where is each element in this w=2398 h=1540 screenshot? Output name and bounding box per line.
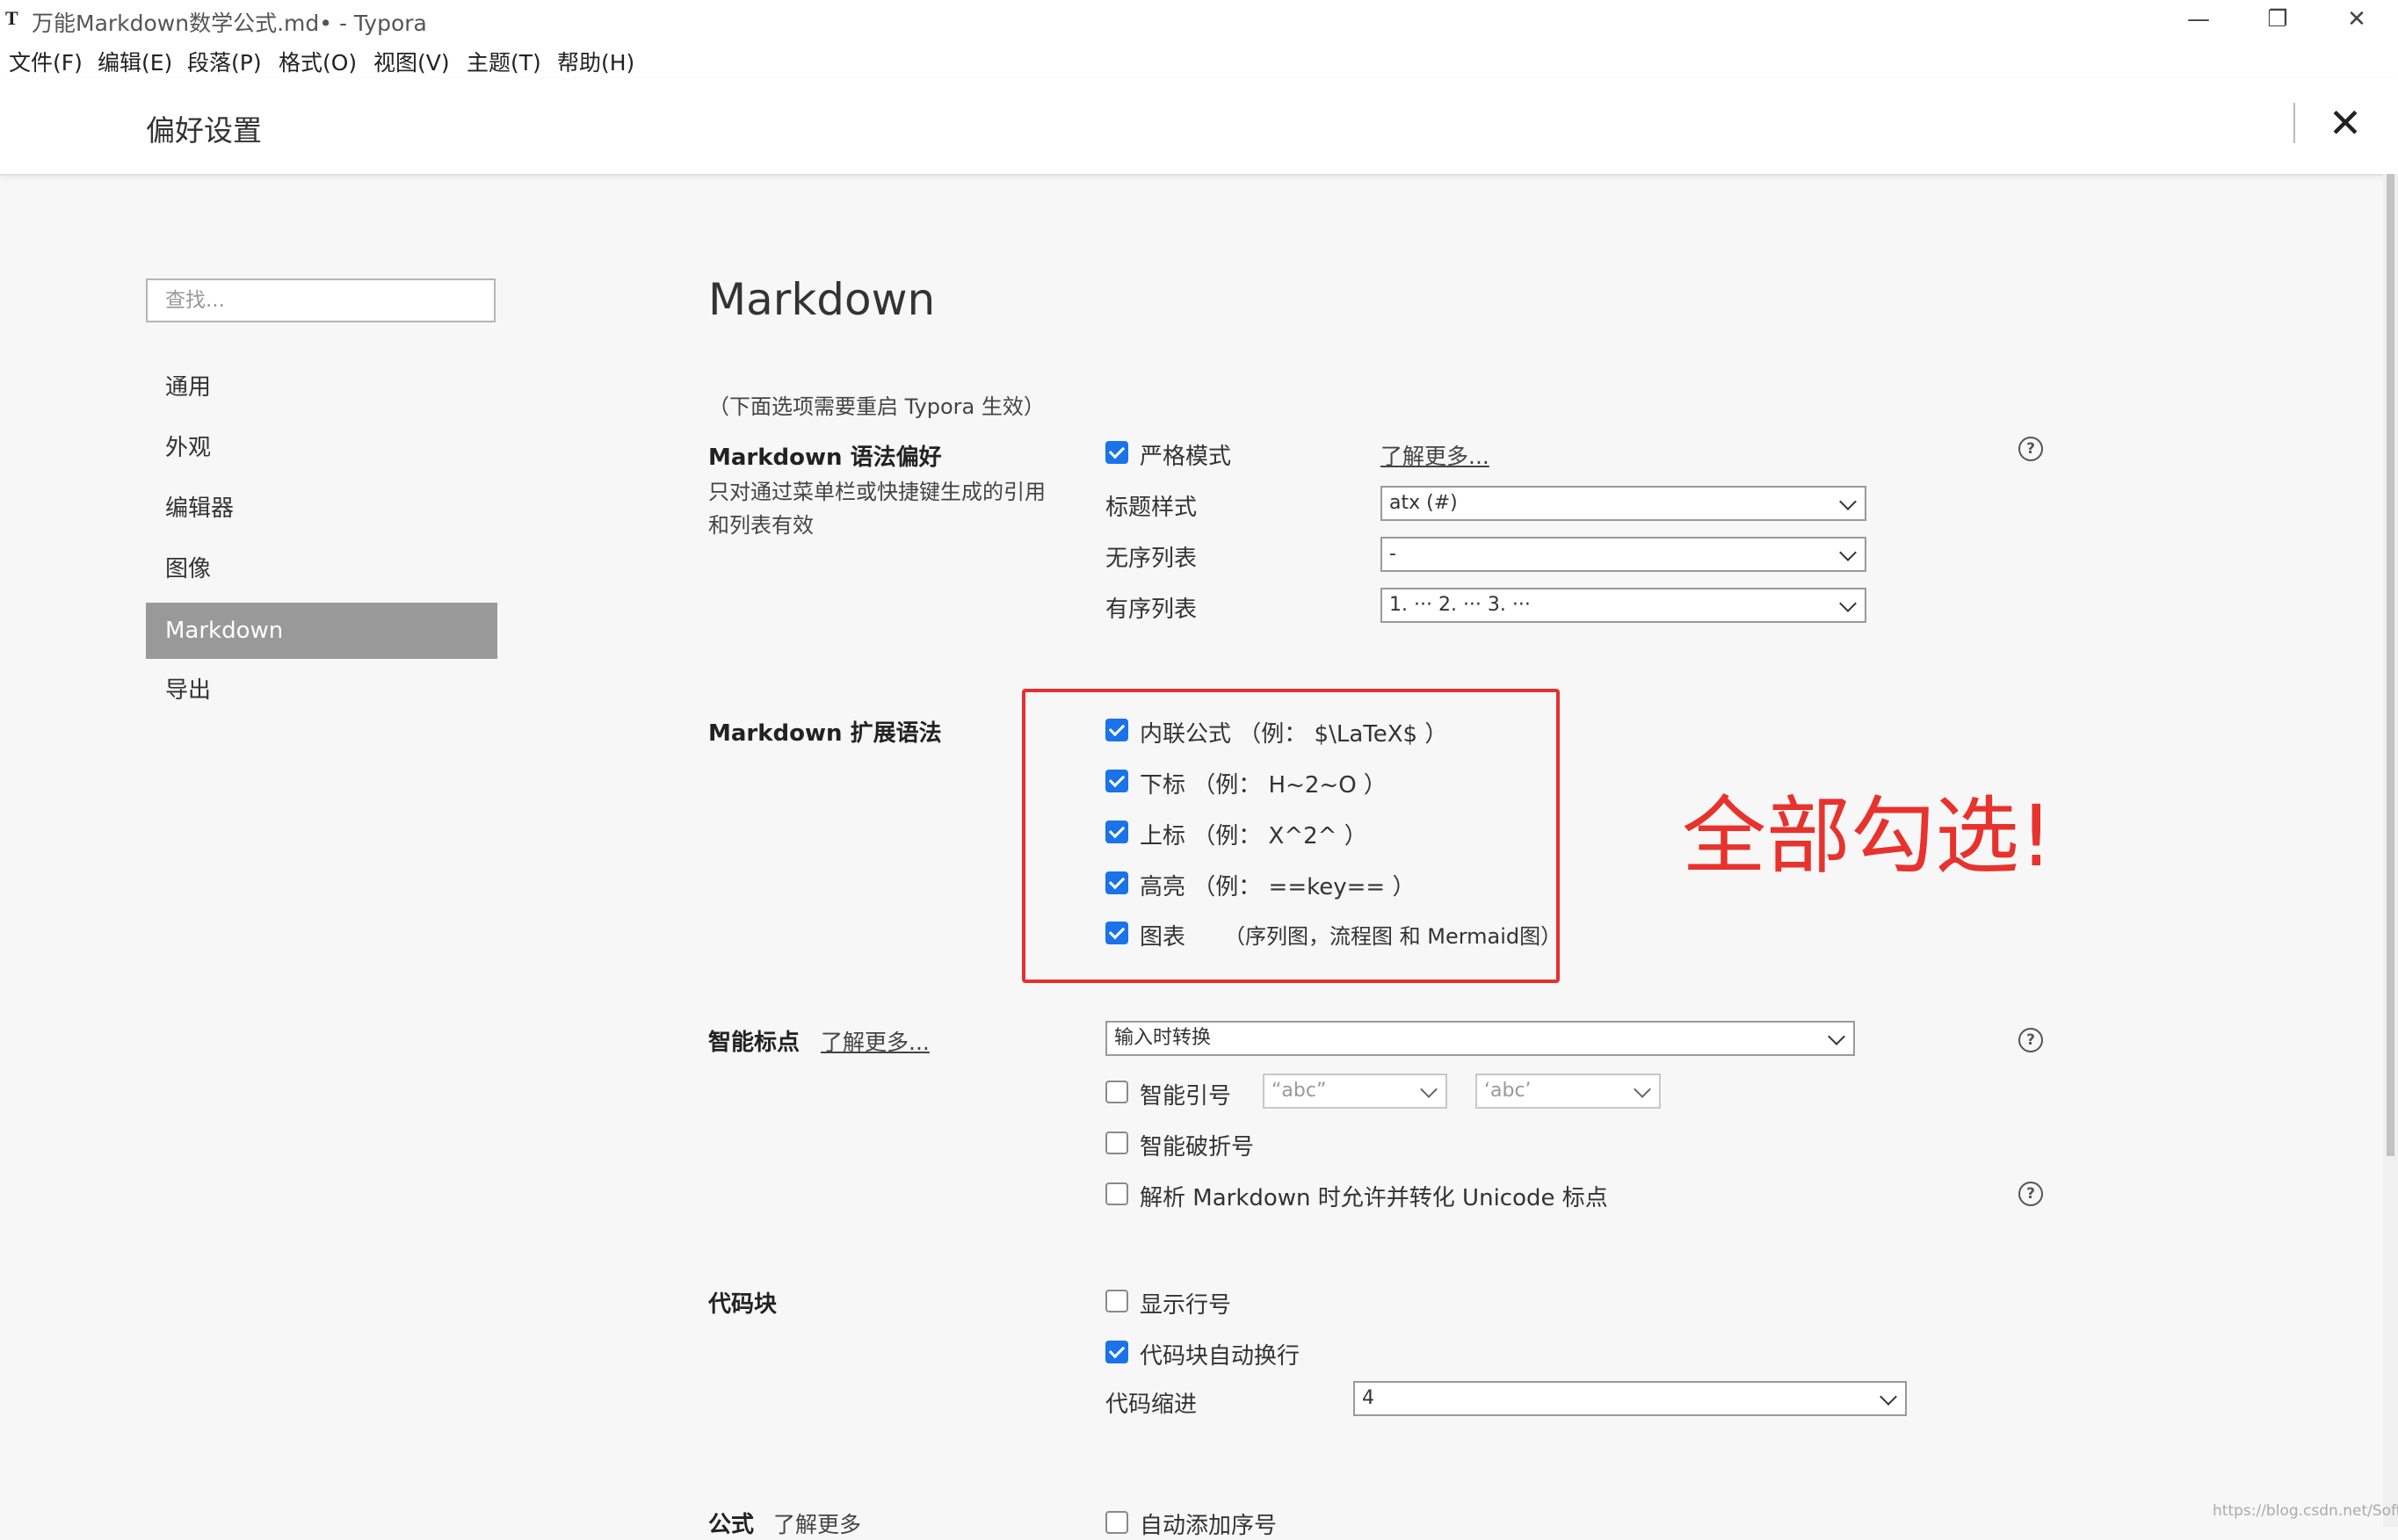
strict-mode-label: 严格模式: [1140, 444, 1232, 470]
math-learn-more-link[interactable]: 了解更多: [773, 1507, 861, 1539]
page-title: Markdown: [708, 274, 936, 325]
line-numbers-checkbox[interactable]: [1105, 1290, 1128, 1312]
scrollbar-thumb[interactable]: [2387, 174, 2394, 1156]
code-indent-value: 4: [1362, 1387, 1374, 1409]
unicode-punct-label: 解析 Markdown 时允许并转化 Unicode 标点: [1140, 1185, 1608, 1211]
menu-help[interactable]: 帮助(H): [557, 46, 634, 77]
smart-quotes-label: 智能引号: [1140, 1083, 1232, 1110]
single-quote-style-value: ‘abc’: [1484, 1080, 1532, 1102]
help-icon[interactable]: ?: [2018, 437, 2043, 461]
code-block-title: 代码块: [708, 1291, 778, 1318]
auto-number-label: 自动添加序号: [1140, 1513, 1278, 1539]
heading-style-select[interactable]: atx (#): [1380, 486, 1866, 521]
unordered-list-label: 无序列表: [1105, 546, 1198, 572]
double-quote-style-select[interactable]: “abc”: [1263, 1074, 1447, 1109]
sidebar-item-export[interactable]: 导出: [146, 662, 497, 719]
menu-edit[interactable]: 编辑(E): [98, 46, 172, 77]
unordered-list-value: -: [1389, 543, 1396, 565]
line-numbers-label: 显示行号: [1140, 1292, 1232, 1319]
smart-dash-label: 智能破折号: [1140, 1134, 1255, 1160]
chevron-down-icon: [1420, 1081, 1438, 1098]
unordered-list-select[interactable]: -: [1380, 537, 1866, 572]
code-indent-select[interactable]: 4: [1353, 1381, 1907, 1416]
strict-mode-learn-more-link[interactable]: 了解更多...: [1380, 439, 1489, 471]
red-highlight-box: [1022, 689, 1560, 983]
code-wrap-label: 代码块自动换行: [1140, 1343, 1300, 1370]
help-icon[interactable]: ?: [2018, 1028, 2043, 1052]
smart-punct-mode-value: 输入时转换: [1114, 1027, 1212, 1049]
preferences-header: [0, 79, 2398, 176]
chevron-down-icon: [1634, 1081, 1651, 1098]
code-indent-label: 代码缩进: [1105, 1392, 1198, 1418]
preferences-title: 偏好设置: [146, 113, 262, 148]
menu-file[interactable]: 文件(F): [9, 46, 83, 77]
smart-punct-mode-select[interactable]: 输入时转换: [1105, 1021, 1855, 1056]
smart-punct-learn-more-link[interactable]: 了解更多...: [821, 1025, 930, 1057]
sidebar-item-editor[interactable]: 编辑器: [146, 481, 497, 537]
sidebar-item-general[interactable]: 通用: [146, 359, 497, 416]
close-preferences-icon[interactable]: ✕: [2323, 98, 2367, 148]
menu-theme[interactable]: 主题(T): [467, 46, 541, 77]
single-quote-style-select[interactable]: ‘abc’: [1475, 1074, 1661, 1109]
restart-note: （下面选项需要重启 Typora 生效）: [708, 394, 1045, 419]
syntax-pref-desc: 只对通过菜单栏或快捷键生成的引用和列表有效: [708, 480, 1046, 538]
math-title: 公式: [708, 1512, 755, 1538]
menu-paragraph[interactable]: 段落(P): [187, 46, 262, 77]
chevron-down-icon: [1839, 595, 1857, 612]
syntax-pref-title: Markdown 语法偏好: [708, 445, 942, 471]
auto-number-checkbox[interactable]: [1105, 1511, 1128, 1534]
chevron-down-icon: [1828, 1028, 1845, 1045]
unicode-punct-checkbox[interactable]: [1105, 1182, 1128, 1205]
ordered-list-value: 1. ··· 2. ··· 3. ···: [1389, 594, 1531, 616]
watermark: https://blog.csdn.net/Soft_Po: [2213, 1502, 2398, 1520]
smart-punct-title: 智能标点: [708, 1030, 801, 1056]
chevron-down-icon: [1839, 544, 1857, 561]
header-divider: [2293, 103, 2295, 143]
smart-quotes-checkbox[interactable]: [1105, 1081, 1128, 1103]
strict-mode-checkbox[interactable]: [1105, 441, 1128, 464]
heading-style-label: 标题样式: [1105, 495, 1198, 521]
double-quote-style-value: “abc”: [1271, 1080, 1327, 1102]
menu-format[interactable]: 格式(O): [279, 46, 357, 77]
restore-button[interactable]: ❐: [2238, 0, 2317, 40]
window-close-button[interactable]: ✕: [2317, 0, 2396, 40]
ordered-list-select[interactable]: 1. ··· 2. ··· 3. ···: [1380, 588, 1866, 623]
help-icon[interactable]: ?: [2018, 1182, 2043, 1206]
sidebar-item-image[interactable]: 图像: [146, 541, 497, 597]
heading-style-value: atx (#): [1389, 492, 1458, 514]
code-wrap-checkbox[interactable]: [1105, 1341, 1128, 1363]
ordered-list-label: 有序列表: [1105, 596, 1198, 623]
chevron-down-icon: [1880, 1388, 1897, 1406]
menu-view[interactable]: 视图(V): [373, 46, 450, 77]
window-title: 万能Markdown数学公式.md• - Typora: [32, 11, 427, 36]
sidebar-item-appearance[interactable]: 外观: [146, 420, 497, 476]
typora-app-icon: T: [5, 7, 18, 29]
menu-bar: [0, 40, 2398, 79]
sidebar-item-markdown[interactable]: Markdown: [146, 603, 497, 659]
minimize-button[interactable]: —: [2159, 0, 2238, 40]
preferences-search-input[interactable]: [146, 278, 496, 322]
ext-syntax-title: Markdown 扩展语法: [708, 720, 942, 747]
smart-dash-checkbox[interactable]: [1105, 1132, 1128, 1154]
chevron-down-icon: [1839, 493, 1857, 510]
annotation-text: 全部勾选!: [1682, 787, 2054, 886]
